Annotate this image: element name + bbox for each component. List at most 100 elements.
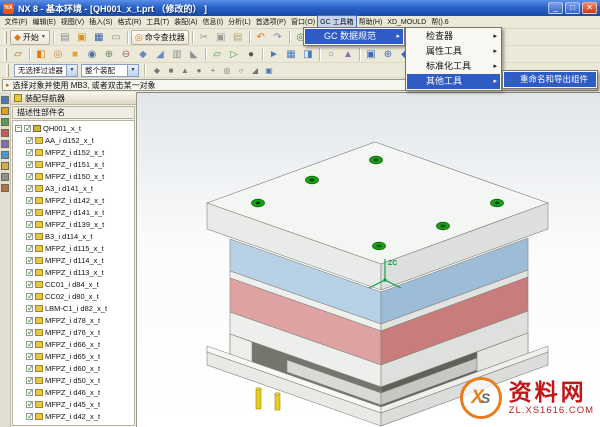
- checkbox-checked-icon[interactable]: ✓: [26, 160, 34, 168]
- center-point-icon[interactable]: ●: [192, 64, 206, 77]
- toolbar-drag-handle[interactable]: [4, 30, 7, 44]
- snap-point-icon[interactable]: ◆: [150, 64, 164, 77]
- checkbox-checked-icon[interactable]: ✓: [26, 268, 34, 276]
- checkbox-checked-icon[interactable]: ✓: [26, 328, 34, 336]
- checkbox-checked-icon[interactable]: ✓: [26, 316, 34, 324]
- open-folder-icon[interactable]: ▣: [74, 30, 90, 45]
- tree-row[interactable]: ✓ A3_i d141_x_t: [13, 182, 134, 194]
- menu-insert[interactable]: 插入(S): [87, 16, 115, 29]
- menu-item-standardization-tools[interactable]: 标准化工具 ▸: [407, 59, 500, 74]
- close-button[interactable]: ✕: [582, 2, 597, 14]
- undo-icon[interactable]: ↶: [253, 30, 269, 45]
- assembly-navigator-tab-icon[interactable]: [1, 96, 9, 104]
- tree-row[interactable]: ✓ MFPZ_i d115_x_t: [13, 242, 134, 254]
- sketch-icon[interactable]: ▱: [10, 47, 26, 62]
- navigator-column-header[interactable]: 描述性部件名: [12, 106, 135, 119]
- analysis-icon[interactable]: ▲: [340, 47, 356, 62]
- tree-row[interactable]: ✓ MFPZ_i d78_x_t: [13, 314, 134, 326]
- checkbox-checked-icon[interactable]: ✓: [26, 292, 34, 300]
- titlebar[interactable]: NX NX 8 - 基本环境 - [QH001_x_t.prt （修改的） ] …: [0, 0, 600, 16]
- checkbox-checked-icon[interactable]: ✓: [26, 352, 34, 360]
- tree-row[interactable]: ✓ LBM-C1_i d82_x_t: [13, 302, 134, 314]
- move-face-icon[interactable]: ►: [266, 47, 282, 62]
- redo-icon[interactable]: ↷: [270, 30, 286, 45]
- hole-icon[interactable]: ◉: [84, 47, 100, 62]
- point-icon[interactable]: ●: [243, 47, 259, 62]
- menu-file[interactable]: 文件(F): [2, 16, 30, 29]
- copy-icon[interactable]: ▣: [213, 30, 229, 45]
- hd3d-tool-tab-icon[interactable]: [1, 140, 9, 148]
- checkbox-checked-icon[interactable]: ✓: [26, 400, 34, 408]
- menu-item-checker[interactable]: 检查器 ▸: [407, 29, 500, 44]
- checkbox-checked-icon[interactable]: ✓: [26, 280, 34, 288]
- chamfer-icon[interactable]: ◢: [152, 47, 168, 62]
- checkbox-checked-icon[interactable]: ✓: [26, 220, 34, 228]
- checkbox-checked-icon[interactable]: ✓: [26, 172, 34, 180]
- checkbox-checked-icon[interactable]: ✓: [26, 412, 34, 420]
- tree-row[interactable]: ✓ MFPZ_i d76_x_t: [13, 326, 134, 338]
- snap-enabled-icon[interactable]: ▣: [262, 64, 276, 77]
- intersection-point-icon[interactable]: +: [206, 64, 220, 77]
- paste-icon[interactable]: ▤: [230, 30, 246, 45]
- toolbar-drag-handle[interactable]: [6, 63, 9, 77]
- menu-tools[interactable]: 工具(T): [144, 16, 172, 29]
- edge-blend-icon[interactable]: ◆: [135, 47, 151, 62]
- menu-format[interactable]: 格式(R): [115, 16, 144, 29]
- checkbox-checked-icon[interactable]: ✓: [26, 388, 34, 396]
- checkbox-checked-icon[interactable]: ✓: [26, 184, 34, 192]
- tree-row[interactable]: ✓ MFPZ_i d45_x_t: [13, 398, 134, 410]
- shell-icon[interactable]: ▥: [169, 47, 185, 62]
- menu-analysis[interactable]: 分析(L): [226, 16, 254, 29]
- reuse-library-tab-icon[interactable]: [1, 129, 9, 137]
- menu-item-gc-data-standard[interactable]: GC 数据规范 ▸: [305, 29, 403, 44]
- new-file-icon[interactable]: ▤: [57, 30, 73, 45]
- tree-row[interactable]: ✓ MFPZ_i d66_x_t: [13, 338, 134, 350]
- checkbox-checked-icon[interactable]: ✓: [26, 208, 34, 216]
- navigator-title-bar[interactable]: 装配导航器: [11, 92, 136, 105]
- unite-icon[interactable]: ⊕: [101, 47, 117, 62]
- tree-row[interactable]: ✓ CC01_i d84_x_t: [13, 278, 134, 290]
- command-finder-button[interactable]: ◎ 命令查找器: [130, 29, 189, 45]
- assembly-constraints-icon[interactable]: ▣: [363, 47, 379, 62]
- checkbox-checked-icon[interactable]: ✓: [26, 136, 34, 144]
- checkbox-checked-icon[interactable]: ✓: [24, 124, 32, 132]
- extrude-icon[interactable]: ◧: [33, 47, 49, 62]
- save-icon[interactable]: ▦: [91, 30, 107, 45]
- datum-plane-icon[interactable]: ▱: [209, 47, 225, 62]
- checkbox-checked-icon[interactable]: ✓: [26, 244, 34, 252]
- tree-row[interactable]: ✓ MFPZ_i d141_x_t: [13, 206, 134, 218]
- tree-expander-icon[interactable]: −: [15, 124, 22, 132]
- pattern-feature-icon[interactable]: ▦: [283, 47, 299, 62]
- checkbox-checked-icon[interactable]: ✓: [26, 364, 34, 372]
- menu-edit[interactable]: 编辑(E): [30, 16, 58, 29]
- chevron-down-icon[interactable]: ▼: [127, 64, 138, 76]
- selection-filter-combo[interactable]: 无选择过滤器 ▼: [14, 63, 78, 77]
- checkbox-checked-icon[interactable]: ✓: [26, 256, 34, 264]
- menu-assemblies[interactable]: 装配(A): [172, 16, 200, 29]
- tree-row[interactable]: ✓ MFPZ_i d113_x_t: [13, 266, 134, 278]
- tree-row[interactable]: ✓ MFPZ_i d60_x_t: [13, 362, 134, 374]
- tree-row[interactable]: ✓ CC02_i d80_x_t: [13, 290, 134, 302]
- checkbox-checked-icon[interactable]: ✓: [26, 376, 34, 384]
- tree-row[interactable]: ✓ MFPZ_i d114_x_t: [13, 254, 134, 266]
- menu-item-attribute-tools[interactable]: 属性工具 ▸: [407, 44, 500, 59]
- checkbox-checked-icon[interactable]: ✓: [26, 232, 34, 240]
- tree-row[interactable]: ✓ AA_i d152_x_t: [13, 134, 134, 146]
- menu-item-other-tools[interactable]: 其他工具 ▸: [407, 74, 500, 89]
- system-materials-tab-icon[interactable]: [1, 173, 9, 181]
- menu-preferences[interactable]: 首选项(P): [253, 16, 288, 29]
- add-component-icon[interactable]: ⊕: [380, 47, 396, 62]
- checkbox-checked-icon[interactable]: ✓: [26, 148, 34, 156]
- menu-information[interactable]: 信息(I): [200, 16, 226, 29]
- mid-point-icon[interactable]: ▲: [178, 64, 192, 77]
- tree-row[interactable]: ✓ MFPZ_i d139_x_t: [13, 218, 134, 230]
- cut-icon[interactable]: ✂: [196, 30, 212, 45]
- revolve-icon[interactable]: ◎: [50, 47, 66, 62]
- chevron-down-icon[interactable]: ▼: [66, 64, 77, 76]
- tree-row[interactable]: ✓ MFPZ_i d150_x_t: [13, 170, 134, 182]
- toolbar-drag-handle[interactable]: [4, 47, 7, 61]
- maximize-button[interactable]: □: [565, 2, 580, 14]
- menu-item-rename-export-components[interactable]: ▤ 重命名和导出组件: [504, 72, 596, 87]
- tree-row[interactable]: ✓ MFPZ_i d50_x_t: [13, 374, 134, 386]
- internet-explorer-tab-icon[interactable]: [1, 151, 9, 159]
